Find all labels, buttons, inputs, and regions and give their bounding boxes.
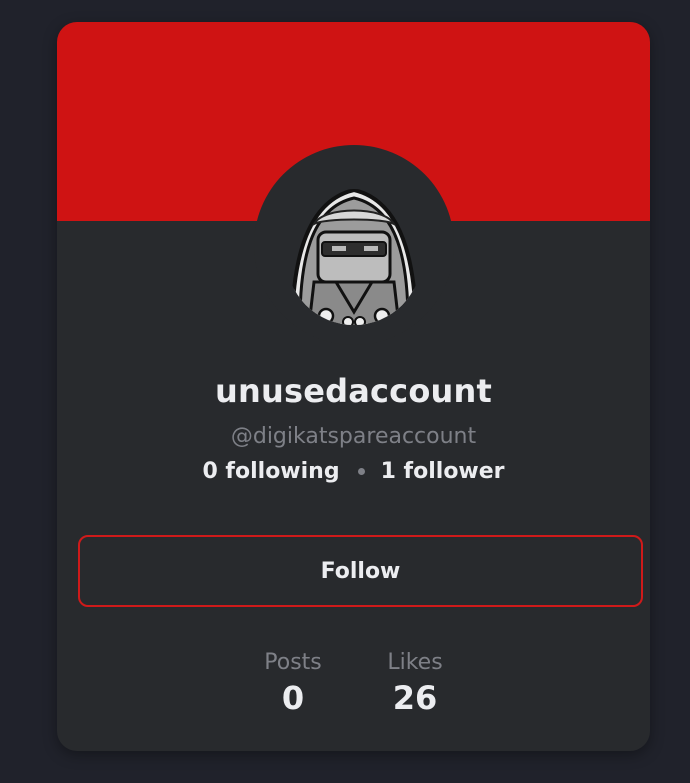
following-count-link[interactable]: 0 following: [202, 459, 339, 484]
stat-posts[interactable]: Posts 0: [233, 650, 353, 717]
follower-count-link[interactable]: 1 follower: [381, 459, 505, 484]
stat-likes-value: 26: [392, 679, 438, 717]
stat-likes-label: Likes: [387, 650, 443, 675]
stat-posts-value: 0: [281, 679, 305, 717]
profile-card: unusedaccount @digikatspareaccount 0 fol…: [57, 22, 650, 751]
separator-dot: [357, 467, 365, 475]
username-handle: @digikatspareaccount: [230, 424, 477, 449]
follow-button[interactable]: Follow: [78, 535, 643, 607]
stat-likes[interactable]: Likes 26: [355, 650, 475, 717]
follow-stats: 0 following 1 follower: [57, 459, 650, 484]
avatar[interactable]: [284, 162, 424, 342]
display-name: unusedaccount: [215, 372, 492, 410]
hooded-character-avatar-icon: [289, 189, 419, 325]
stat-posts-label: Posts: [264, 650, 322, 675]
